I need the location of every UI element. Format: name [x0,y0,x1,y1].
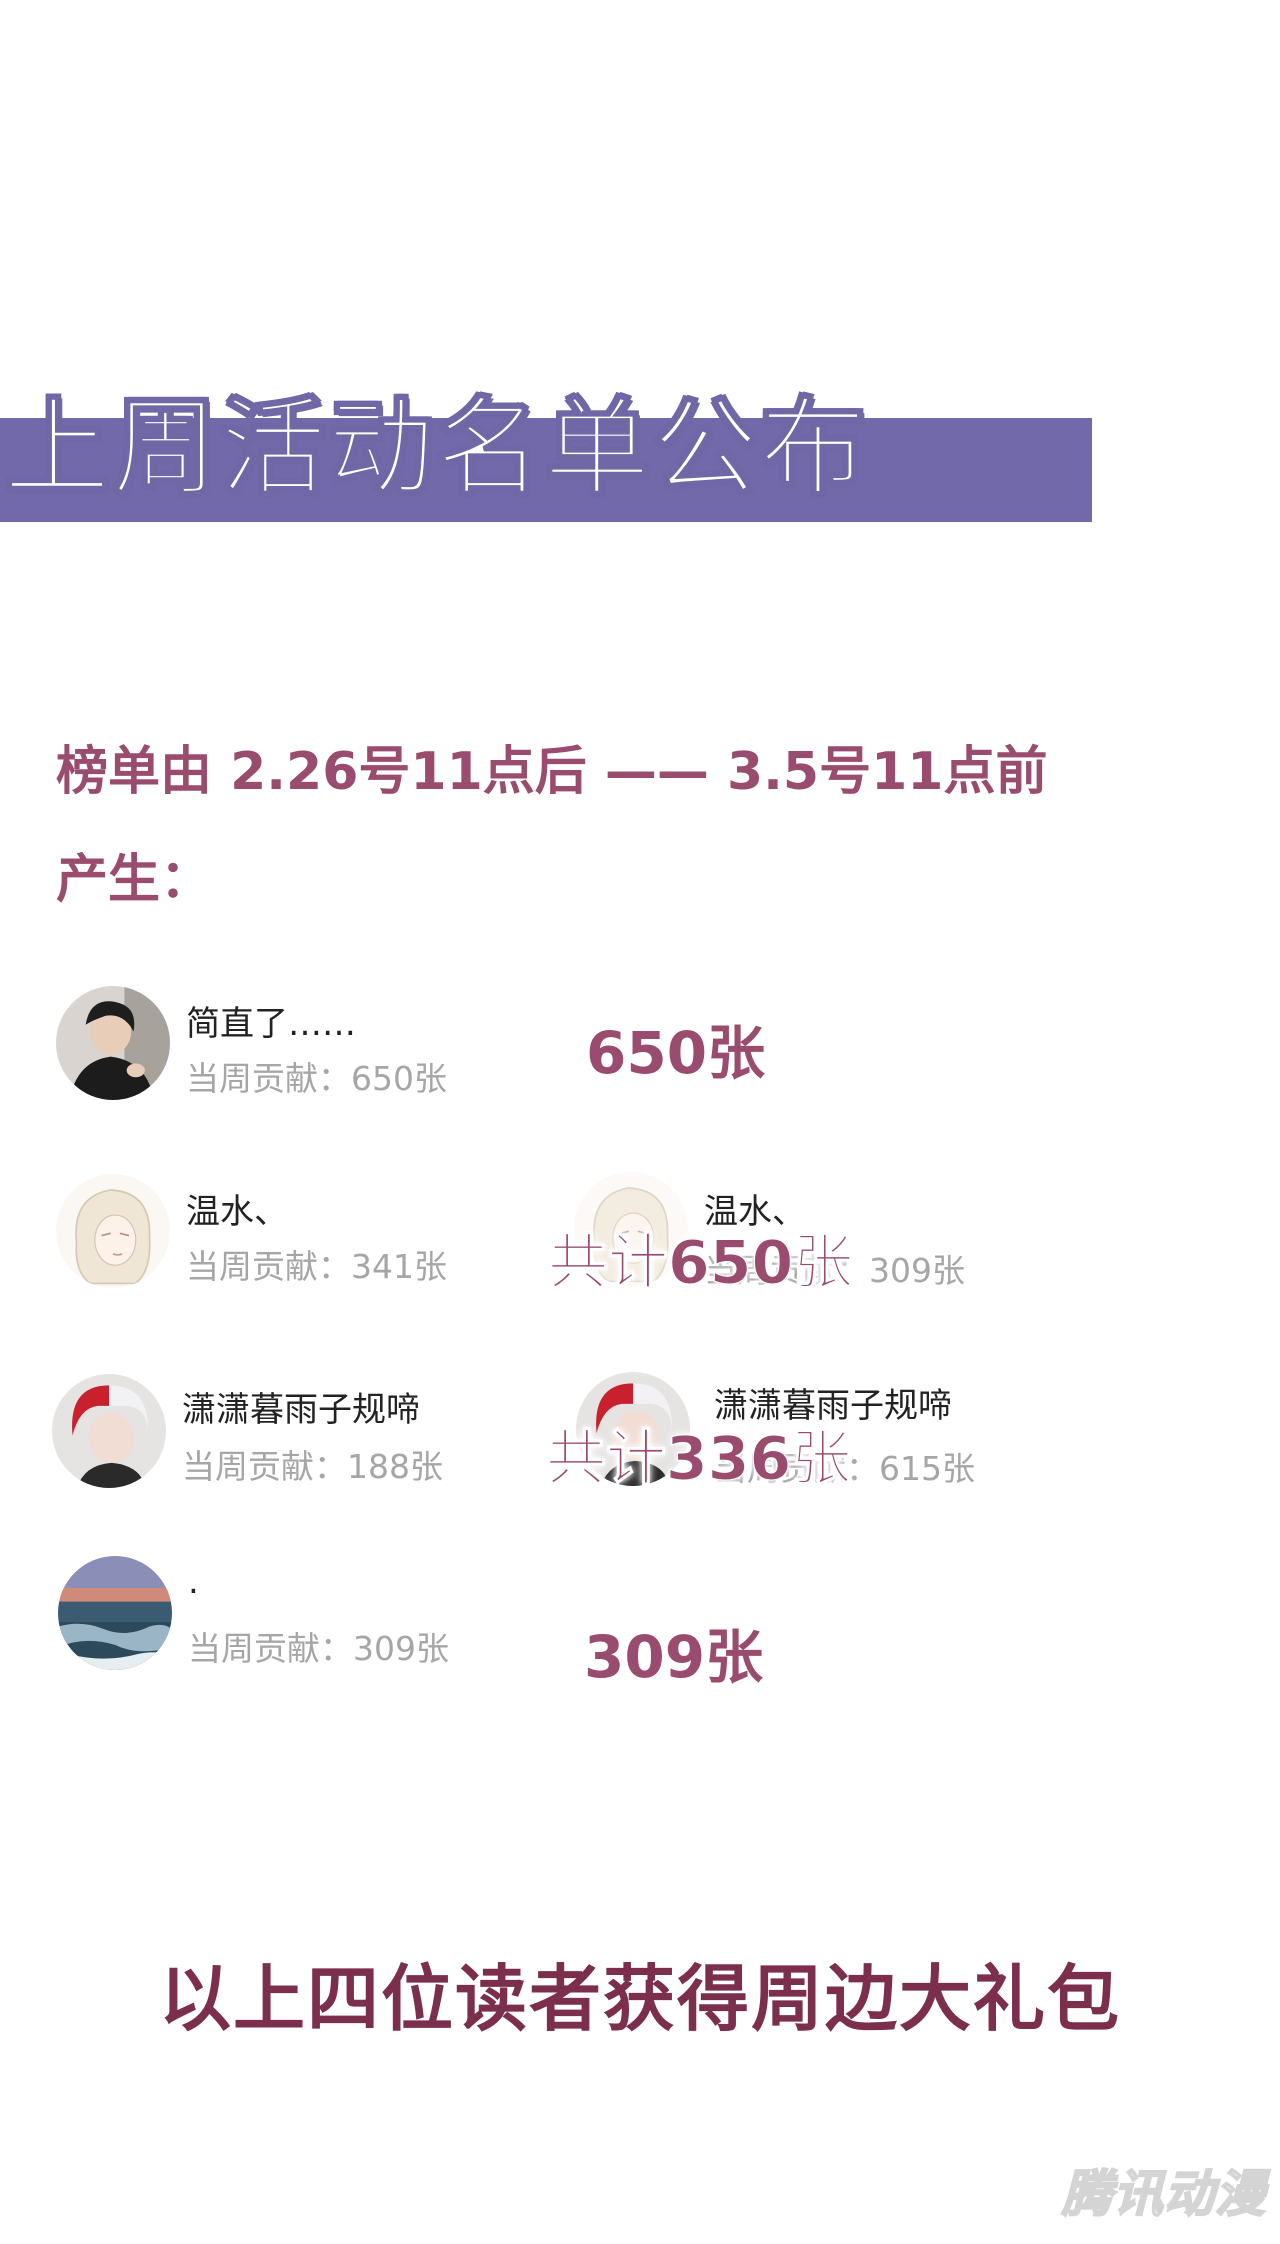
contribution-1: 当周贡献：650张 [186,1059,447,1098]
total-6: 309张 [584,1623,764,1691]
total-1: 650张 [586,1019,766,1087]
username-2: 温水、 [186,1192,288,1232]
avatar-person-icon [52,1374,166,1488]
contribution-2: 当周贡献：341张 [186,1247,447,1286]
avatar-4 [52,1374,166,1488]
avatar-person-icon [56,986,170,1100]
period-line-2: 产生： [56,850,213,910]
contribution-4: 当周贡献：188张 [182,1447,443,1486]
contribution-6: 当周贡献：309张 [188,1629,449,1668]
avatar-1 [56,986,170,1100]
username-1: 简直了…… [186,1004,356,1044]
username-4: 潇潇暮雨子规啼 [182,1390,420,1430]
period-text: 榜单由 2.26号11点后 —— 3.5号11点前 产生： [56,718,1236,934]
footer-announcement: 以上四位读者获得周边大礼包 [158,1957,1121,2041]
avatar-landscape-icon [58,1556,172,1670]
period-line-1: 榜单由 2.26号11点后 —— 3.5号11点前 [56,742,1048,802]
total-overlay-xiaoxiao: 共计336张 [545,1424,852,1495]
avatar-6 [58,1556,172,1670]
avatar-illustration-icon [56,1174,170,1288]
avatar-2 [56,1174,170,1288]
username-6: . [188,1562,199,1602]
total-overlay-wenshui: 共计650张 [547,1228,854,1299]
watermark-logo: 腾讯动漫 [1061,2164,1266,2224]
banner-title: 上周活动名单公布 [3,386,868,511]
